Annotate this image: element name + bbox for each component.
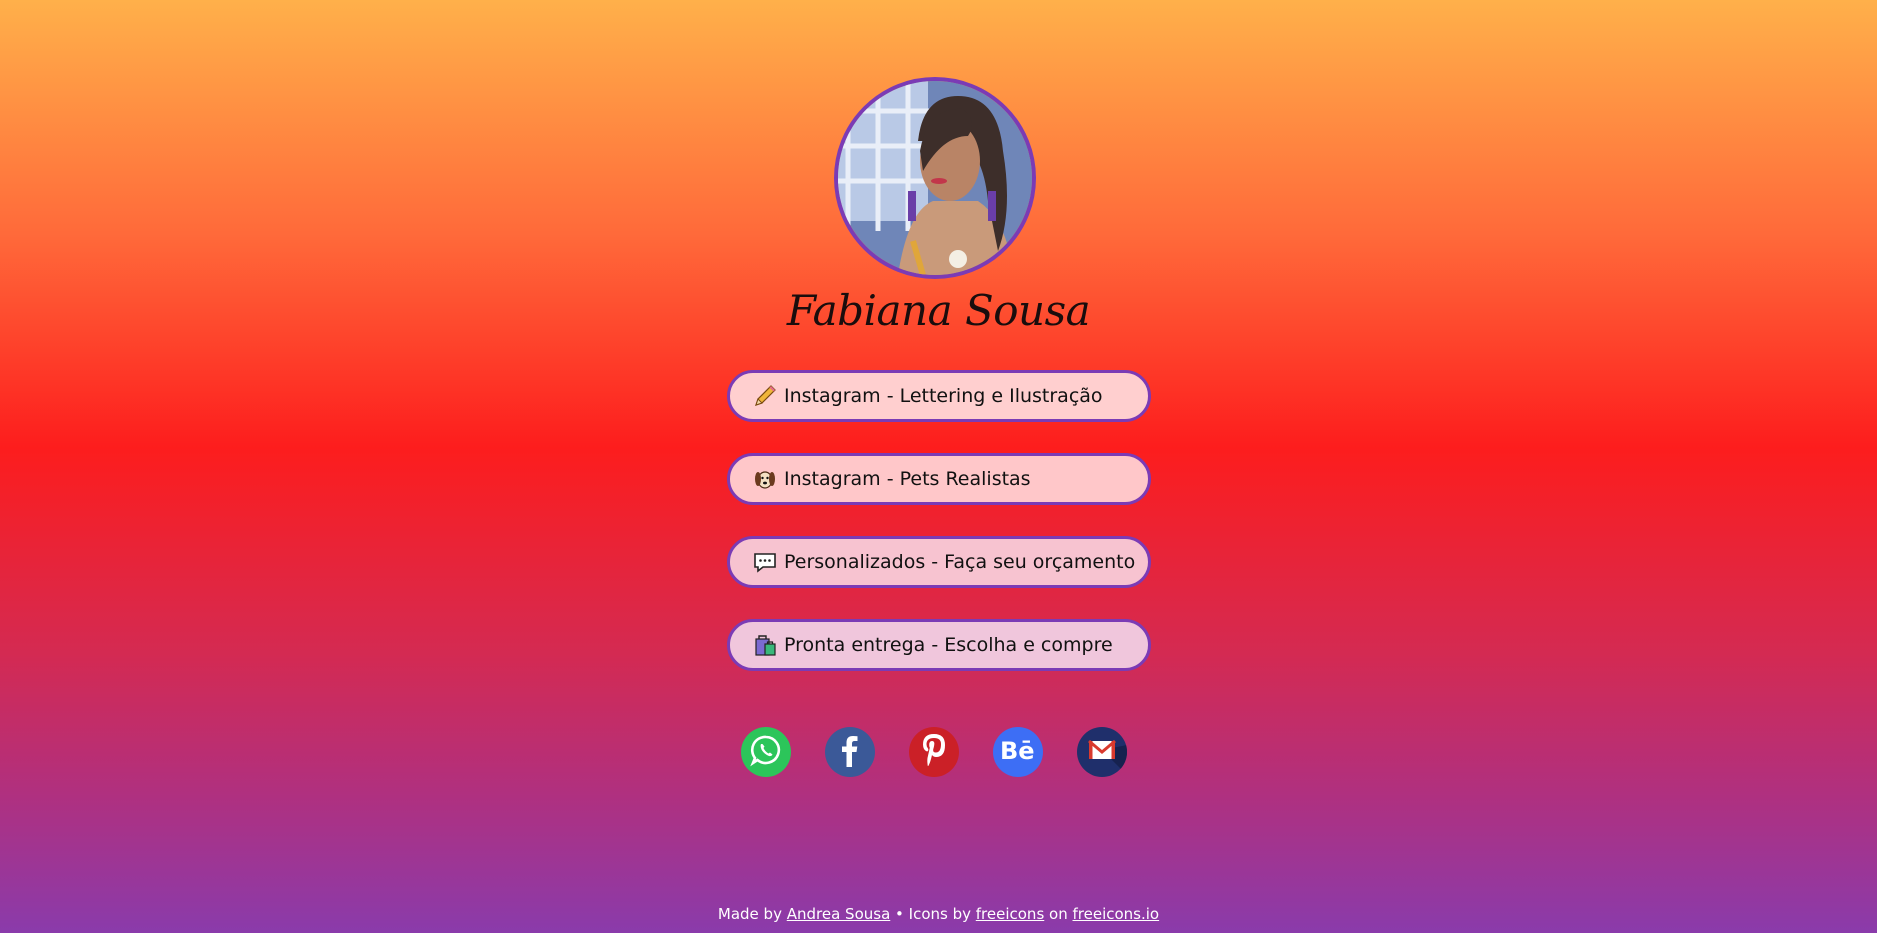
- speech-bubble-icon: [752, 549, 778, 575]
- footer-separator: • Icons by: [890, 905, 976, 923]
- gmail-button[interactable]: [1077, 727, 1127, 777]
- link-button-pronta-entrega[interactable]: Pronta entrega - Escolha e compre: [727, 619, 1151, 671]
- profile-name: Fabiana Sousa: [786, 286, 1091, 335]
- avatar: [834, 77, 1036, 279]
- link-button-label: Instagram - Pets Realistas: [784, 468, 1031, 490]
- svg-text:Bē: Bē: [1000, 737, 1035, 765]
- footer-author-link[interactable]: Andrea Sousa: [787, 905, 891, 923]
- shopping-bags-icon: [752, 632, 778, 658]
- link-button-label: Pronta entrega - Escolha e compre: [784, 634, 1113, 656]
- facebook-button[interactable]: [825, 727, 875, 777]
- link-button-label: Personalizados - Faça seu orçamento: [784, 551, 1136, 573]
- gmail-icon: [1077, 727, 1127, 777]
- behance-button[interactable]: Bē: [993, 727, 1043, 777]
- footer-made-by: Made by: [717, 905, 782, 923]
- footer-on-text: on: [1044, 905, 1073, 923]
- whatsapp-button[interactable]: [741, 727, 791, 777]
- footer-icons-author-link[interactable]: freeicons: [976, 905, 1045, 923]
- link-button-personalizados[interactable]: Personalizados - Faça seu orçamento: [727, 536, 1151, 588]
- footer: Made by Andrea Sousa • Icons by freeicon…: [0, 905, 1877, 923]
- link-button-lettering[interactable]: Instagram - Lettering e Ilustração: [727, 370, 1151, 422]
- link-button-pets[interactable]: Instagram - Pets Realistas: [727, 453, 1151, 505]
- link-button-label: Instagram - Lettering e Ilustração: [784, 385, 1103, 407]
- pinterest-button[interactable]: [909, 727, 959, 777]
- pencil-icon: [752, 383, 778, 409]
- profile-photo: [838, 81, 1032, 275]
- whatsapp-icon: [749, 733, 783, 772]
- dog-icon: [752, 466, 778, 492]
- footer-site-link[interactable]: freeicons.io: [1073, 905, 1160, 923]
- facebook-icon: [835, 733, 865, 772]
- pinterest-icon: [919, 732, 949, 773]
- behance-icon: Bē: [999, 735, 1037, 770]
- link-page: Fabiana Sousa Instagram - Lettering e Il…: [0, 0, 1877, 933]
